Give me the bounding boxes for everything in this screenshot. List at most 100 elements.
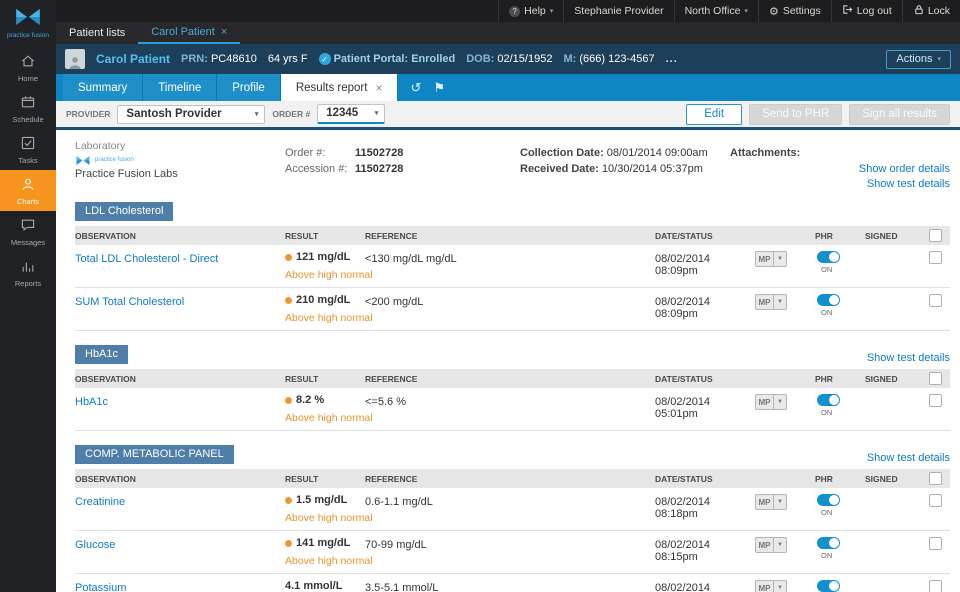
chart-tab-tools: ↺ ⚑ — [410, 74, 445, 101]
chevron-down-icon: ▾ — [254, 110, 259, 118]
phr-toggle[interactable] — [817, 394, 840, 406]
lock-icon — [913, 4, 924, 18]
col-date-status: DATE/STATUS — [655, 373, 713, 384]
show-test-details-link[interactable]: Show test details — [859, 177, 950, 192]
help-icon: ? — [509, 5, 521, 17]
close-icon[interactable]: × — [375, 81, 382, 95]
sidebar-item-label: Tasks — [18, 156, 38, 166]
tab-timeline[interactable]: Timeline — [143, 74, 218, 101]
show-test-details-link[interactable]: Show test details — [867, 452, 950, 464]
phr-toggle[interactable] — [817, 494, 840, 506]
tab-profile[interactable]: Profile — [217, 74, 281, 101]
mp-button[interactable]: MP ▼ — [755, 580, 815, 592]
row-checkbox[interactable] — [929, 537, 942, 550]
lab-identity: Laboratory practice fusion Practice Fusi… — [75, 140, 275, 180]
reference-range: <=5.6 % — [365, 396, 406, 408]
row-checkbox[interactable] — [929, 394, 942, 407]
row-checkbox[interactable] — [929, 251, 942, 264]
provider-select[interactable]: Santosh Provider ▾ — [117, 104, 266, 124]
settings-button[interactable]: ⚙ Settings — [757, 0, 831, 22]
lock-label: Lock — [927, 5, 950, 17]
observation-link[interactable]: SUM Total Cholesterol — [75, 296, 184, 308]
observation-link[interactable]: Creatinine — [75, 496, 125, 508]
mp-button[interactable]: MP ▼ — [755, 294, 815, 310]
patient-name[interactable]: Carol Patient — [96, 52, 170, 66]
reports-icon — [20, 263, 36, 277]
lock-button[interactable]: Lock — [901, 0, 960, 22]
flag-icon[interactable]: ⚑ — [433, 80, 445, 96]
office-selector[interactable]: North Office ▾ — [673, 0, 758, 22]
mp-button[interactable]: MP ▼ — [755, 251, 815, 267]
phr-toggle[interactable] — [817, 251, 840, 263]
row-checkbox[interactable] — [929, 494, 942, 507]
phr-on-label: ON — [821, 265, 833, 274]
order-number-select[interactable]: 12345 ▾ — [317, 104, 386, 124]
sidebar-item-messages[interactable]: Messages — [0, 211, 56, 252]
order-number-value: 12345 — [326, 107, 359, 119]
section-title-badge: HbA1c — [75, 345, 129, 364]
logout-button[interactable]: Log out — [830, 0, 902, 22]
close-icon[interactable]: × — [221, 26, 227, 38]
tab-patient-lists[interactable]: Patient lists — [56, 22, 138, 44]
phr-toggle[interactable] — [817, 580, 840, 592]
show-test-details-link[interactable]: Show test details — [867, 352, 950, 364]
select-all-checkbox[interactable] — [929, 472, 942, 485]
sidebar-item-tasks[interactable]: Tasks — [0, 129, 56, 170]
edit-button[interactable]: Edit — [686, 103, 743, 125]
result-flag: Above high normal — [285, 412, 373, 424]
mp-button[interactable]: MP ▼ — [755, 394, 815, 410]
select-all-checkbox[interactable] — [929, 372, 942, 385]
top-bar: ? Help ▾ Stephanie Provider North Office… — [56, 0, 960, 22]
tab-results-report[interactable]: Results report × — [280, 74, 399, 101]
observation-link[interactable]: Potassium — [75, 582, 126, 592]
accession-value: 11502728 — [355, 163, 404, 175]
tab-carol-patient[interactable]: Carol Patient × — [138, 22, 241, 44]
show-order-details-link[interactable]: Show order details — [859, 162, 950, 177]
history-icon[interactable]: ↺ — [410, 80, 421, 96]
sidebar-item-reports[interactable]: Reports — [0, 252, 56, 293]
sidebar-item-home[interactable]: Home — [0, 47, 56, 88]
table-row: Creatinine 1.5 mg/dL Above high normal 0… — [75, 488, 950, 531]
observation-link[interactable]: HbA1c — [75, 396, 108, 408]
phr-on-label: ON — [821, 408, 833, 417]
row-checkbox[interactable] — [929, 580, 942, 592]
logo-text: practice fusion — [7, 32, 49, 39]
office-name: North Office — [684, 5, 741, 17]
col-signed: SIGNED — [865, 230, 898, 241]
phone-value: (666) 123-4567 — [579, 53, 655, 65]
reference-range: <130 mg/dL mg/dL — [365, 253, 457, 265]
mp-button[interactable]: MP ▼ — [755, 494, 815, 510]
phr-toggle[interactable] — [817, 294, 840, 306]
sidebar-item-label: Reports — [14, 279, 42, 289]
help-menu[interactable]: ? Help ▾ — [498, 0, 563, 22]
mp-label: MP — [755, 251, 774, 267]
mp-button[interactable]: MP ▼ — [755, 537, 815, 553]
select-all-checkbox[interactable] — [929, 229, 942, 242]
date-status: 08/02/2014 08:13pm — [655, 582, 711, 592]
tab-summary[interactable]: Summary — [63, 74, 144, 101]
collection-date-label: Collection Date: — [520, 147, 604, 159]
order-number-value: 11502728 — [355, 147, 404, 159]
col-phr: PHR — [815, 373, 833, 384]
patient-age-sex: 64 yrs F — [267, 53, 308, 65]
chevron-down-icon: ▾ — [744, 8, 748, 15]
more-button[interactable]: ... — [666, 53, 678, 65]
sidebar-item-charts[interactable]: Charts — [0, 170, 56, 212]
app-sidebar: practice fusion Home Schedule Tasks Char… — [0, 0, 56, 592]
phr-toggle[interactable] — [817, 537, 840, 549]
col-observation: OBSERVATION — [75, 373, 136, 384]
row-checkbox[interactable] — [929, 294, 942, 307]
observation-link[interactable]: Total LDL Cholesterol - Direct — [75, 253, 218, 265]
calendar-icon — [20, 96, 36, 113]
sign-all-results-button: Sign all results — [849, 103, 950, 125]
reference-range: 3.5-5.1 mmol/L — [365, 582, 439, 592]
col-observation: OBSERVATION — [75, 473, 136, 484]
patient-dob: DOB: 02/15/1952 — [466, 53, 552, 65]
chevron-down-icon: ▼ — [774, 580, 787, 592]
section-comp-metabolic-panel: COMP. METABOLIC PANEL Show test details … — [75, 445, 950, 592]
actions-button[interactable]: Actions ▾ — [886, 49, 951, 69]
current-user[interactable]: Stephanie Provider — [563, 0, 673, 22]
sidebar-item-schedule[interactable]: Schedule — [0, 88, 56, 129]
observation-link[interactable]: Glucose — [75, 539, 115, 551]
col-result: RESULT — [285, 230, 319, 241]
